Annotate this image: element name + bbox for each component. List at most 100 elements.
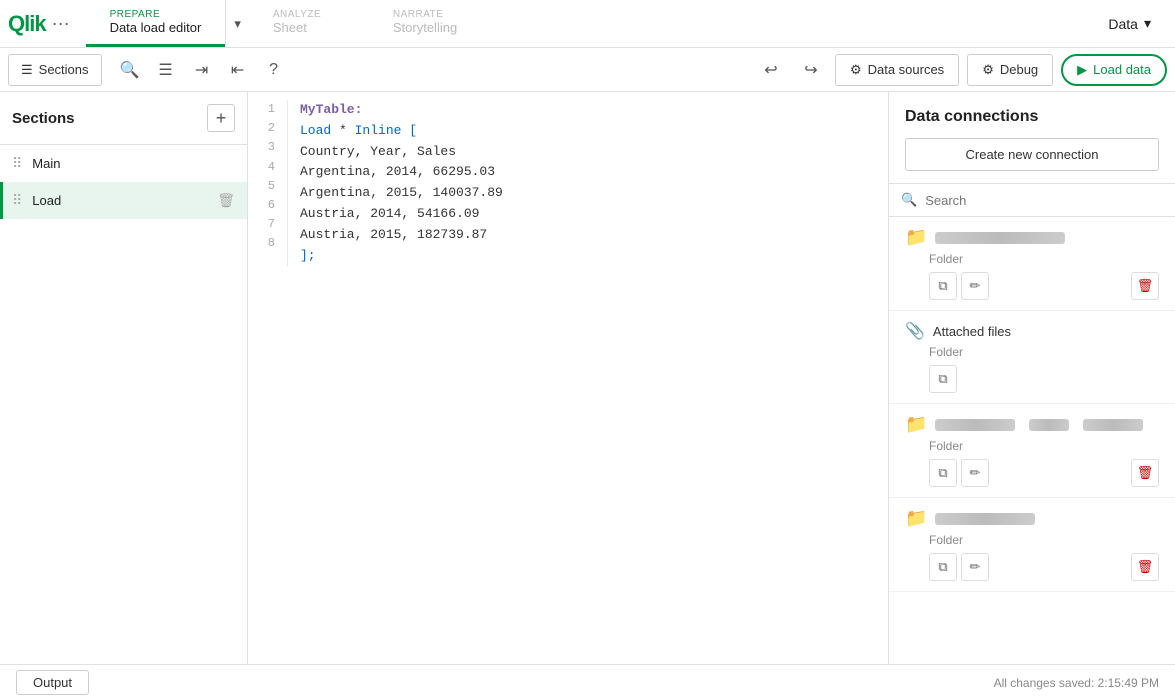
code-line-5: Argentina, 2015, 140037.89 [300, 183, 888, 204]
connection-item-2: 📎 Attached files Folder ⧉ [889, 311, 1175, 404]
load-data-label: Load data [1093, 62, 1151, 77]
connection-4-type: Folder [929, 533, 1159, 547]
connection-4-header: 📁 [905, 508, 1159, 529]
sidebar: Sections + Main Load 🗑 [0, 92, 248, 664]
connection-item-4: 📁 Folder ⧉ ✏ 🗑 [889, 498, 1175, 592]
search-input[interactable] [925, 193, 1163, 208]
line-num-1: 1 [248, 100, 275, 119]
sections-toggle[interactable]: ☰ Sections [8, 54, 102, 86]
code-inline: Inline [355, 123, 402, 138]
connections-list: 📁 Folder ⧉ ✏ 🗑 📎 Attached files Folder [889, 217, 1175, 664]
data-sources-label: Data sources [868, 62, 945, 77]
connection-3-actions: ⧉ ✏ 🗑 [929, 459, 1159, 487]
status-bar: Output All changes saved: 2:15:49 PM [0, 664, 1175, 700]
connection-3-name-part2 [1029, 419, 1069, 431]
connection-4-name [935, 513, 1035, 525]
load-data-button[interactable]: ▶ Load data [1061, 54, 1167, 86]
qlik-logo-text: Qlik [8, 11, 46, 37]
undo-button[interactable]: ↩ [755, 54, 787, 86]
drag-icon-main [12, 155, 22, 172]
sidebar-item-main[interactable]: Main [0, 145, 247, 182]
code-line-2: Load * Inline [ [300, 121, 888, 142]
line-num-7: 7 [248, 215, 275, 234]
code-editor[interactable]: 1 2 3 4 5 6 7 8 MyTable: Load * Inline [… [248, 92, 888, 664]
debug-button[interactable]: ⚙ Debug [967, 54, 1053, 86]
tab-prepare-main: Data load editor [110, 20, 202, 35]
line-num-4: 4 [248, 158, 275, 177]
indent-button[interactable]: ⇥ [186, 54, 218, 86]
connection-4-edit-button[interactable]: ✏ [961, 553, 989, 581]
line-num-8: 8 [248, 234, 275, 253]
line-num-5: 5 [248, 177, 275, 196]
paperclip-icon: 📎 [905, 321, 925, 341]
connection-4-copy-button[interactable]: ⧉ [929, 553, 957, 581]
redo-button[interactable]: ↪ [795, 54, 827, 86]
output-button[interactable]: Output [16, 670, 89, 695]
sidebar-item-load[interactable]: Load 🗑 [0, 182, 247, 219]
sidebar-header: Sections + [0, 92, 247, 145]
right-panel-header: Data connections Create new connection [889, 92, 1175, 184]
folder-icon-1: 📁 [905, 227, 927, 248]
help-button[interactable]: ? [258, 54, 290, 86]
connection-2-type: Folder [929, 345, 1159, 359]
data-sources-button[interactable]: ⚙ Data sources [835, 54, 959, 86]
nav-tabs: Prepare Data load editor ▾ Analyze Sheet… [86, 0, 489, 47]
search-button[interactable]: 🔍 [114, 54, 146, 86]
line-num-3: 3 [248, 138, 275, 157]
connection-2-actions: ⧉ [929, 365, 1159, 393]
code-row-3: Austria, 2014, 54166.09 [300, 206, 479, 221]
search-box: 🔍 [889, 184, 1175, 217]
code-line-8: ]; [300, 246, 888, 267]
connection-4-delete-button[interactable]: 🗑 [1131, 553, 1159, 581]
connection-2-copy-button[interactable]: ⧉ [929, 365, 957, 393]
sidebar-items: Main Load 🗑 [0, 145, 247, 664]
tab-analyze-main: Sheet [273, 20, 345, 35]
data-sources-icon: ⚙ [850, 62, 862, 78]
tab-analyze[interactable]: Analyze Sheet [249, 0, 369, 47]
data-dropdown-label: Data [1108, 16, 1138, 32]
sidebar-item-label-main: Main [32, 156, 235, 171]
tab-narrate[interactable]: Narrate Storytelling [369, 0, 489, 47]
code-line-4: Argentina, 2014, 66295.03 [300, 162, 888, 183]
connection-1-actions: ⧉ ✏ 🗑 [929, 272, 1159, 300]
connection-1-header: 📁 [905, 227, 1159, 248]
sections-icon: ☰ [21, 62, 33, 78]
tab-prepare-dropdown[interactable]: ▾ [225, 0, 249, 47]
connection-1-copy-button[interactable]: ⧉ [929, 272, 957, 300]
code-line-7: Austria, 2015, 182739.87 [300, 225, 888, 246]
delete-section-icon[interactable]: 🗑 [217, 192, 235, 209]
code-mytable: MyTable: [300, 102, 362, 117]
add-section-button[interactable]: + [207, 104, 235, 132]
toolbar: ☰ Sections 🔍 ☰ ⇥ ⇤ ? ↩ ↪ ⚙ Data sources … [0, 48, 1175, 92]
outdent-button[interactable]: ⇤ [222, 54, 254, 86]
code-line-3: Country, Year, Sales [300, 142, 888, 163]
more-options-icon[interactable]: ··· [52, 13, 70, 34]
folder-icon-4: 📁 [905, 508, 927, 529]
data-dropdown[interactable]: Data ▾ [1092, 15, 1167, 32]
connection-3-edit-button[interactable]: ✏ [961, 459, 989, 487]
format-button[interactable]: ☰ [150, 54, 182, 86]
search-icon: 🔍 [901, 192, 917, 208]
connection-1-edit-button[interactable]: ✏ [961, 272, 989, 300]
qlik-logo: Qlik ··· [8, 11, 70, 37]
connection-item-1: 📁 Folder ⧉ ✏ 🗑 [889, 217, 1175, 311]
connection-1-name [935, 232, 1065, 244]
code-line-1: MyTable: [300, 100, 888, 121]
debug-icon: ⚙ [982, 62, 994, 78]
code-row-4: Austria, 2015, 182739.87 [300, 227, 487, 242]
connection-1-type: Folder [929, 252, 1159, 266]
code-end: ]; [300, 248, 316, 263]
connection-3-name-part1 [935, 419, 1015, 431]
connection-1-delete-button[interactable]: 🗑 [1131, 272, 1159, 300]
tab-prepare[interactable]: Prepare Data load editor [86, 0, 226, 47]
create-connection-button[interactable]: Create new connection [905, 138, 1159, 171]
code-row-2: Argentina, 2015, 140037.89 [300, 185, 503, 200]
connection-3-header: 📁 [905, 414, 1159, 435]
connection-3-copy-button[interactable]: ⧉ [929, 459, 957, 487]
connection-3-delete-button[interactable]: 🗑 [1131, 459, 1159, 487]
line-num-2: 2 [248, 119, 275, 138]
code-lines: 1 2 3 4 5 6 7 8 MyTable: Load * Inline [… [248, 100, 888, 266]
debug-label: Debug [1000, 62, 1038, 77]
drag-icon-load [12, 192, 22, 209]
tab-narrate-main: Storytelling [393, 20, 465, 35]
